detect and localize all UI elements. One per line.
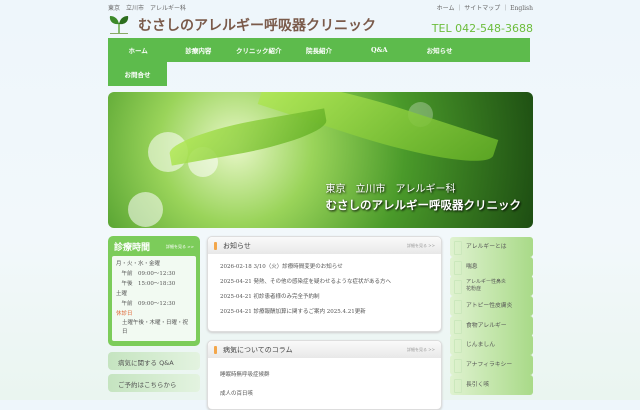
column-item[interactable]: 成人の百日咳 [220,385,429,404]
hero-banner: 東京 立川市 アレルギー科 むさしのアレルギー呼吸器クリニック [108,92,533,228]
nav-home[interactable]: ホーム [108,38,168,62]
menu-food-allergy[interactable]: 食物アレルギー [450,316,533,336]
nav-qa[interactable]: Q&A [349,38,409,62]
news-panel: お知らせ 詳細を見る >> 2026-02-18 3/10（火）診療時間変更のお知… [207,236,442,332]
news-item[interactable]: 2026-02-18 3/10（火）診療時間変更のお知らせ [220,260,429,275]
nav-contact[interactable]: お問合せ [108,62,167,86]
menu-chronic-cough[interactable]: 長引く咳 [450,375,533,395]
news-item[interactable]: 2025-04-21 発熱、その他の感染症を疑わせるような症状がある方へ [220,275,429,290]
closed-label: 休診日 [116,311,133,317]
util-links: ホーム ｜ サイトマップ ｜ English [436,5,533,12]
hero-subtitle: 東京 立川市 アレルギー科 [325,184,456,195]
nav-director[interactable]: 院長紹介 [289,38,349,62]
breadcrumb: 東京 立川市 アレルギー科 [108,5,187,12]
hours-line: 月・火・水・金曜 [116,261,161,267]
nav-clinic[interactable]: クリニック紹介 [229,38,289,62]
hours-line: 午前 09:00〜12:30 [116,271,176,277]
menu-rhinitis[interactable]: アレルギー性鼻炎 花粉症 [450,276,533,296]
news-item[interactable]: 2025-04-21 初診患者様のみ完全予約制 [220,290,429,305]
nav-news[interactable]: お知らせ [409,38,469,62]
reservation-button[interactable]: ご予約はこちらから [108,374,200,392]
hero-title: むさしのアレルギー呼吸器クリニック [325,198,522,212]
main-nav: ホーム 診療内容 クリニック紹介 院長紹介 Q&A お知らせ [108,38,530,62]
news-item[interactable]: 2025-04-21 診療報酬加算に関するご案内 2025.4.21更新 [220,305,429,320]
qa-button[interactable]: 病気に関する Q&A [108,352,200,370]
menu-asthma[interactable]: 喘息 [450,257,533,277]
hours-more-link[interactable]: 詳細を見る >> [166,244,194,253]
column-title: 病気についてのコラム [223,345,293,354]
phone-number: TEL 042-548-3688 [431,22,533,35]
column-item[interactable]: 睡眠時無呼吸症候群 [220,366,429,385]
link-english[interactable]: English [510,5,533,12]
site-title[interactable]: むさしのアレルギー呼吸器クリニック [138,15,376,35]
hours-box: 診療時間 詳細を見る >> 月・火・水・金曜 午前 09:00〜12:30 午後 … [108,236,200,346]
menu-urticaria[interactable]: じんましん [450,335,533,355]
news-title: お知らせ [223,241,251,250]
link-sitemap[interactable]: サイトマップ [464,5,500,12]
menu-allergy[interactable]: アレルギーとは [450,237,533,257]
column-more-link[interactable]: 詳細を見る >> [407,347,435,353]
hours-line: 午前 09:00〜12:30 [116,301,176,307]
sprout-logo-icon[interactable] [108,13,130,35]
closed-days: 土曜午後・木曜・日曜・祝日 [122,320,189,335]
hours-title: 診療時間 [114,243,151,253]
link-home[interactable]: ホーム [437,5,455,12]
menu-atopic[interactable]: アトピー性皮膚炎 [450,296,533,316]
news-more-link[interactable]: 詳細を見る >> [407,243,435,249]
hours-line: 土曜 [116,291,128,297]
hours-line: 午後 15:00〜18:30 [116,281,176,287]
menu-anaphylaxis[interactable]: アナフィラキシー [450,355,533,375]
nav-services[interactable]: 診療内容 [168,38,228,62]
